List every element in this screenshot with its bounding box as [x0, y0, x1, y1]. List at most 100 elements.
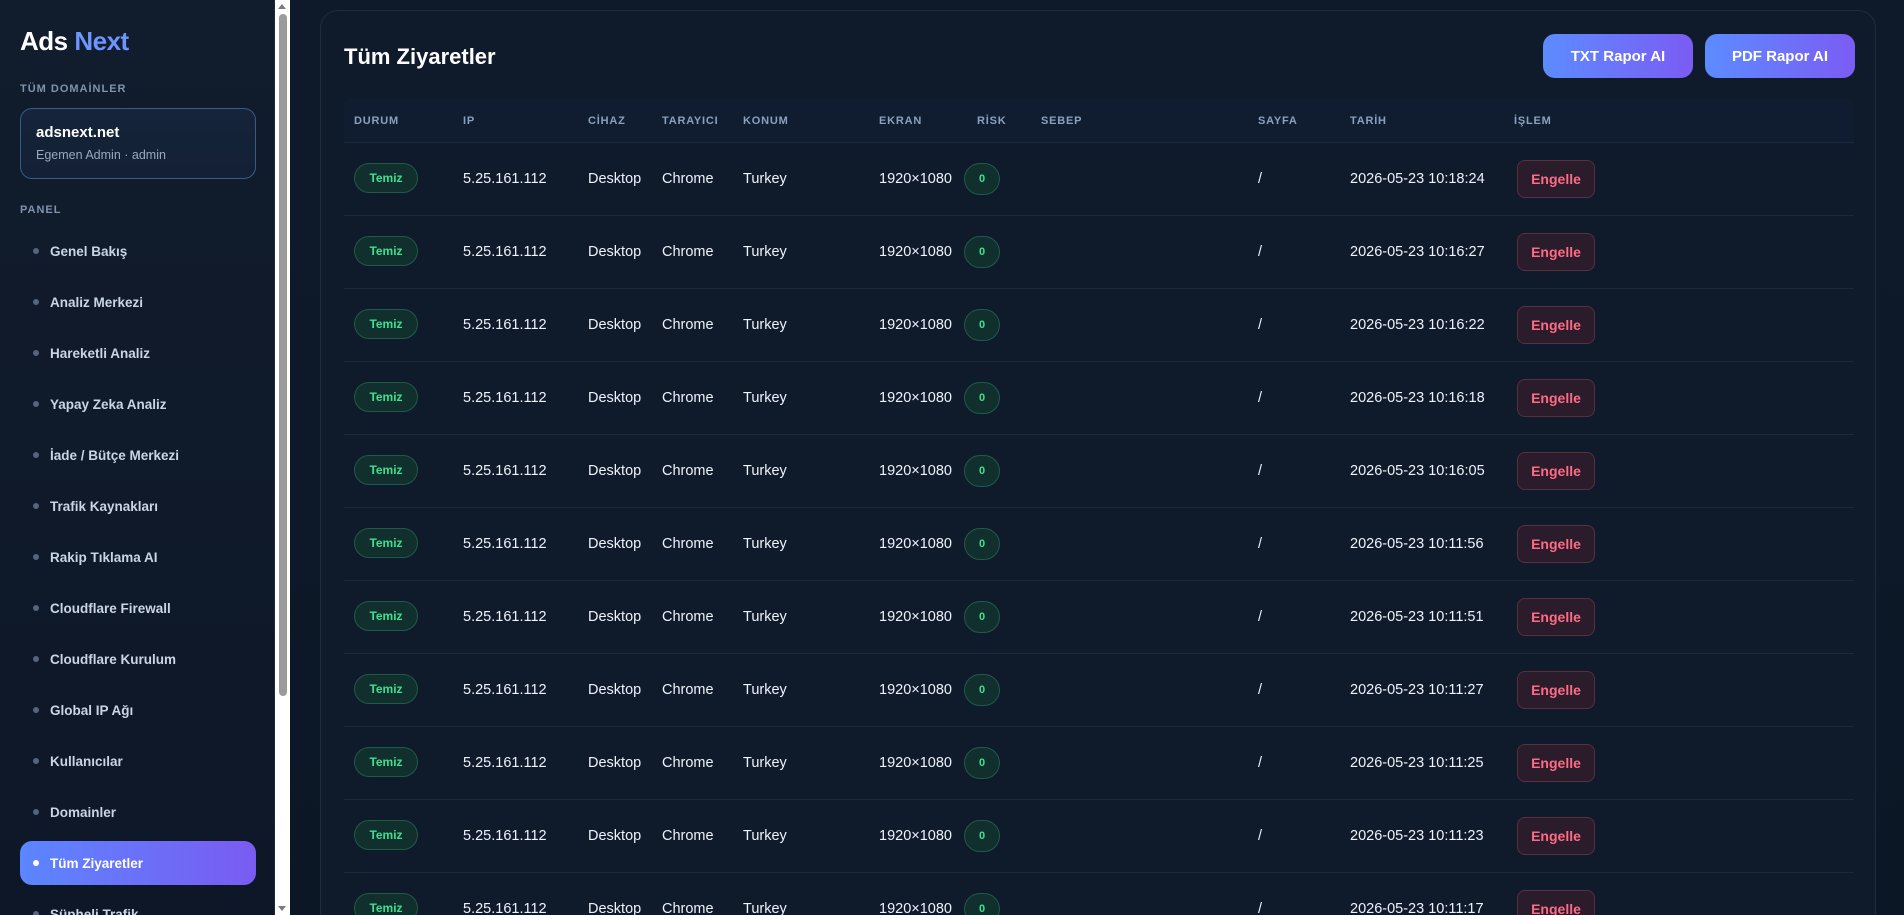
column-header-ip[interactable]: IP: [463, 115, 475, 127]
pdf-report-button[interactable]: PDF Rapor AI: [1705, 34, 1855, 78]
cell-screen: 1920×1080: [879, 609, 952, 625]
sidebar-item-label: Genel Bakış: [50, 243, 128, 259]
block-button[interactable]: Engelle: [1517, 379, 1595, 417]
cell-browser: Chrome: [662, 244, 714, 260]
block-button[interactable]: Engelle: [1517, 598, 1595, 636]
cell-page: /: [1258, 901, 1263, 915]
block-button[interactable]: Engelle: [1517, 452, 1595, 490]
block-button[interactable]: Engelle: [1517, 671, 1595, 709]
block-button[interactable]: Engelle: [1517, 525, 1595, 563]
panel-section-label: PANEL: [20, 204, 62, 216]
sidebar-item-rakip-t-klama-ai[interactable]: Rakip Tıklama AI: [20, 535, 256, 579]
sidebar-item-t-m-ziyaretler[interactable]: Tüm Ziyaretler: [20, 841, 256, 885]
block-button[interactable]: Engelle: [1517, 306, 1595, 344]
scrollbar-thumb[interactable]: [279, 14, 287, 696]
page-title: Tüm Ziyaretler: [344, 44, 496, 69]
cell-browser: Chrome: [662, 682, 714, 698]
cell-screen: 1920×1080: [879, 317, 952, 333]
sidebar-item-label: Cloudflare Firewall: [50, 600, 171, 616]
cell-page: /: [1258, 463, 1263, 479]
txt-report-button[interactable]: TXT Rapor AI: [1543, 34, 1693, 78]
status-badge: Temiz: [354, 163, 418, 193]
logo-part2: Next: [74, 26, 129, 56]
column-header-screen[interactable]: EKRAN: [879, 115, 922, 127]
status-badge: Temiz: [354, 820, 418, 850]
cell-browser: Chrome: [662, 463, 714, 479]
scroll-down-arrow-icon[interactable]: [278, 906, 286, 911]
column-header-action[interactable]: İŞLEM: [1514, 115, 1552, 127]
sidebar-item-kullan-c-lar[interactable]: Kullanıcılar: [20, 739, 256, 783]
cell-ip: 5.25.161.112: [463, 828, 547, 844]
cell-location: Turkey: [743, 463, 787, 479]
cell-screen: 1920×1080: [879, 390, 952, 406]
sidebar-item-yapay-zeka-analiz[interactable]: Yapay Zeka Analiz: [20, 382, 256, 426]
cell-location: Turkey: [743, 828, 787, 844]
block-button[interactable]: Engelle: [1517, 890, 1595, 915]
risk-score-badge: 0: [964, 601, 1000, 633]
table-body: Temiz 5.25.161.112 Desktop Chrome Turkey 1920…: [344, 142, 1854, 915]
sidebar-scrollbar[interactable]: [275, 0, 290, 915]
sidebar-item-label: Global IP Ağı: [50, 702, 134, 718]
cell-ip: 5.25.161.112: [463, 536, 547, 552]
status-badge: Temiz: [354, 674, 418, 704]
cell-device: Desktop: [588, 390, 642, 406]
sidebar-item-label: Hareketli Analiz: [50, 345, 151, 361]
bullet-icon: [33, 401, 39, 407]
column-header-reason[interactable]: SEBEP: [1041, 115, 1082, 127]
risk-score-badge: 0: [964, 163, 1000, 195]
cell-date: 2026-05-23 10:11:23: [1350, 828, 1484, 844]
cell-screen: 1920×1080: [879, 755, 952, 771]
cell-device: Desktop: [588, 755, 642, 771]
column-header-date[interactable]: TARİH: [1350, 115, 1387, 127]
visits-table: DURUM IP CİHAZ TARAYICI KONUM EKRAN RİSK SEBEP S…: [344, 98, 1854, 915]
sidebar-item-label: Cloudflare Kurulum: [50, 651, 177, 667]
column-header-device[interactable]: CİHAZ: [588, 115, 626, 127]
cell-browser: Chrome: [662, 171, 714, 187]
bullet-icon: [33, 911, 39, 915]
bullet-icon: [33, 299, 39, 305]
cell-screen: 1920×1080: [879, 828, 952, 844]
sidebar-item-domainler[interactable]: Domainler: [20, 790, 256, 834]
app-logo[interactable]: Ads Next: [20, 26, 129, 57]
cell-browser: Chrome: [662, 609, 714, 625]
sidebar-item-label: Domainler: [50, 804, 117, 820]
column-header-status[interactable]: DURUM: [354, 115, 399, 127]
block-button[interactable]: Engelle: [1517, 233, 1595, 271]
sidebar-item-trafik-kaynaklar[interactable]: Trafik Kaynakları: [20, 484, 256, 528]
sidebar-item-cloudflare-kurulum[interactable]: Cloudflare Kurulum: [20, 637, 256, 681]
block-button[interactable]: Engelle: [1517, 817, 1595, 855]
cell-screen: 1920×1080: [879, 682, 952, 698]
sidebar-item-analiz-merkezi[interactable]: Analiz Merkezi: [20, 280, 256, 324]
cell-screen: 1920×1080: [879, 536, 952, 552]
cell-page: /: [1258, 609, 1263, 625]
sidebar-item-cloudflare-firewall[interactable]: Cloudflare Firewall: [20, 586, 256, 630]
cell-ip: 5.25.161.112: [463, 171, 547, 187]
sidebar-item-pheli-trafik[interactable]: Şüpheli Trafik: [20, 892, 256, 915]
status-badge: Temiz: [354, 747, 418, 777]
domain-user: Egemen Admin · admin: [36, 148, 166, 162]
sidebar-item-i-ade-b-t-e-merkezi[interactable]: İade / Bütçe Merkezi: [20, 433, 256, 477]
cell-screen: 1920×1080: [879, 901, 952, 915]
sidebar-item-global-ip-a[interactable]: Global IP Ağı: [20, 688, 256, 732]
table-row: Temiz 5.25.161.112 Desktop Chrome Turkey 1920…: [344, 580, 1854, 653]
sidebar-item-label: Yapay Zeka Analiz: [50, 396, 167, 412]
column-header-risk[interactable]: RİSK: [977, 115, 1006, 127]
column-header-browser[interactable]: TARAYICI: [662, 115, 719, 127]
cell-page: /: [1258, 390, 1263, 406]
cell-ip: 5.25.161.112: [463, 463, 547, 479]
domain-selector[interactable]: adsnext.net Egemen Admin · admin: [20, 108, 256, 179]
cell-location: Turkey: [743, 390, 787, 406]
bullet-icon: [33, 605, 39, 611]
block-button[interactable]: Engelle: [1517, 744, 1595, 782]
cell-device: Desktop: [588, 244, 642, 260]
sidebar-item-label: Kullanıcılar: [50, 753, 123, 769]
cell-device: Desktop: [588, 171, 642, 187]
risk-score-badge: 0: [964, 747, 1000, 779]
cell-device: Desktop: [588, 536, 642, 552]
sidebar-item-hareketli-analiz[interactable]: Hareketli Analiz: [20, 331, 256, 375]
column-header-page[interactable]: SAYFA: [1258, 115, 1298, 127]
sidebar-item-genel-bak[interactable]: Genel Bakış: [20, 229, 256, 273]
block-button[interactable]: Engelle: [1517, 160, 1595, 198]
column-header-location[interactable]: KONUM: [743, 115, 789, 127]
scroll-up-arrow-icon[interactable]: [278, 4, 286, 9]
